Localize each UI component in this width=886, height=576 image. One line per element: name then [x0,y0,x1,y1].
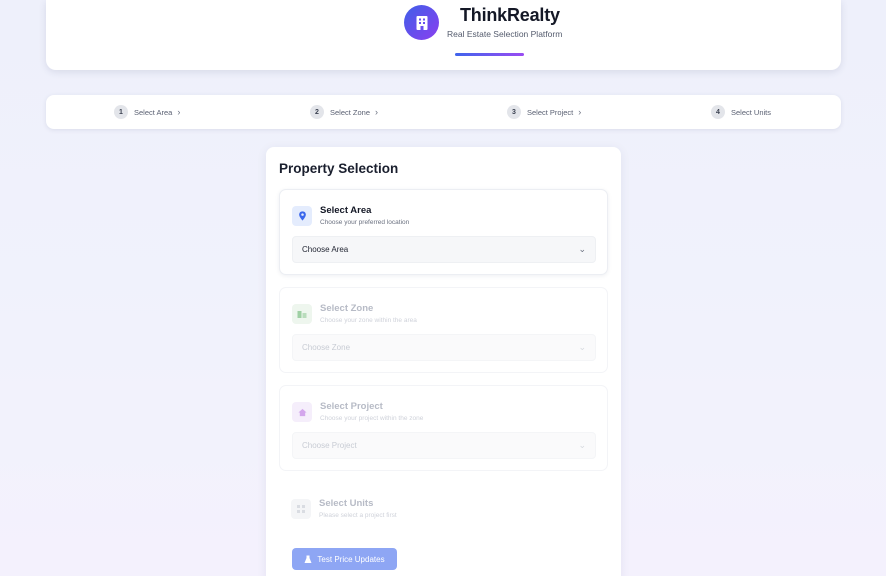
select-value: Choose Zone [302,343,351,352]
page-title: Property Selection [279,161,399,176]
property-selection-card: Property Selection Select Area Choose yo… [266,147,621,576]
step-number: 2 [310,105,324,119]
progress-stepper: 1 Select Area › 2 Select Zone › 3 Select… [46,95,841,129]
step-select-project[interactable]: 3 Select Project › [507,95,581,129]
header-card: ThinkRealty Real Estate Selection Platfo… [46,0,841,70]
app-title: ThinkRealty [460,5,560,25]
step-number: 4 [711,105,725,119]
section-subtitle: Choose your project within the zone [320,415,424,422]
select-project-section: Select Project Choose your project withi… [279,385,608,471]
step-label: Select Area [134,107,173,117]
select-units-section: Select Units Please select a project fir… [279,483,608,535]
section-title: Select Units [319,498,374,509]
map-pin-icon [292,206,312,226]
select-value: Choose Area [302,245,349,254]
section-title: Select Zone [320,303,374,314]
app-subtitle: Real Estate Selection Platform [447,29,563,39]
section-subtitle: Choose your zone within the area [320,317,417,324]
project-select[interactable]: Choose Project ⌄ [292,432,596,459]
zone-select[interactable]: Choose Zone ⌄ [292,334,596,361]
select-value: Choose Project [302,441,357,450]
section-title: Select Project [320,401,383,412]
home-icon [292,402,312,422]
step-select-area[interactable]: 1 Select Area › [114,95,180,129]
step-label: Select Project [527,107,574,117]
chevron-right-icon: › [177,107,181,117]
area-select[interactable]: Choose Area ⌄ [292,236,596,263]
step-number: 1 [114,105,128,119]
section-subtitle: Please select a project first [319,512,397,519]
select-area-section: Select Area Choose your preferred locati… [279,189,608,275]
flask-icon [304,555,312,563]
step-select-zone[interactable]: 2 Select Zone › [310,95,378,129]
chevron-right-icon: › [375,107,379,117]
step-label: Select Zone [330,107,371,117]
section-subtitle: Choose your preferred location [320,219,410,226]
buildings-icon [292,304,312,324]
step-number: 3 [507,105,521,119]
select-zone-section: Select Zone Choose your zone within the … [279,287,608,373]
chevron-down-icon: ⌄ [578,244,586,254]
chevron-right-icon: › [578,107,582,117]
step-label: Select Units [731,107,772,117]
building-icon [404,5,439,40]
section-title: Select Area [320,205,372,216]
chevron-down-icon: ⌄ [578,440,586,450]
button-label: Test Price Updates [317,554,385,564]
chevron-down-icon: ⌄ [578,342,586,352]
test-price-updates-button[interactable]: Test Price Updates [292,548,397,570]
grid-icon [291,499,311,519]
title-accent-bar [455,53,524,56]
step-select-units[interactable]: 4 Select Units [711,95,771,129]
